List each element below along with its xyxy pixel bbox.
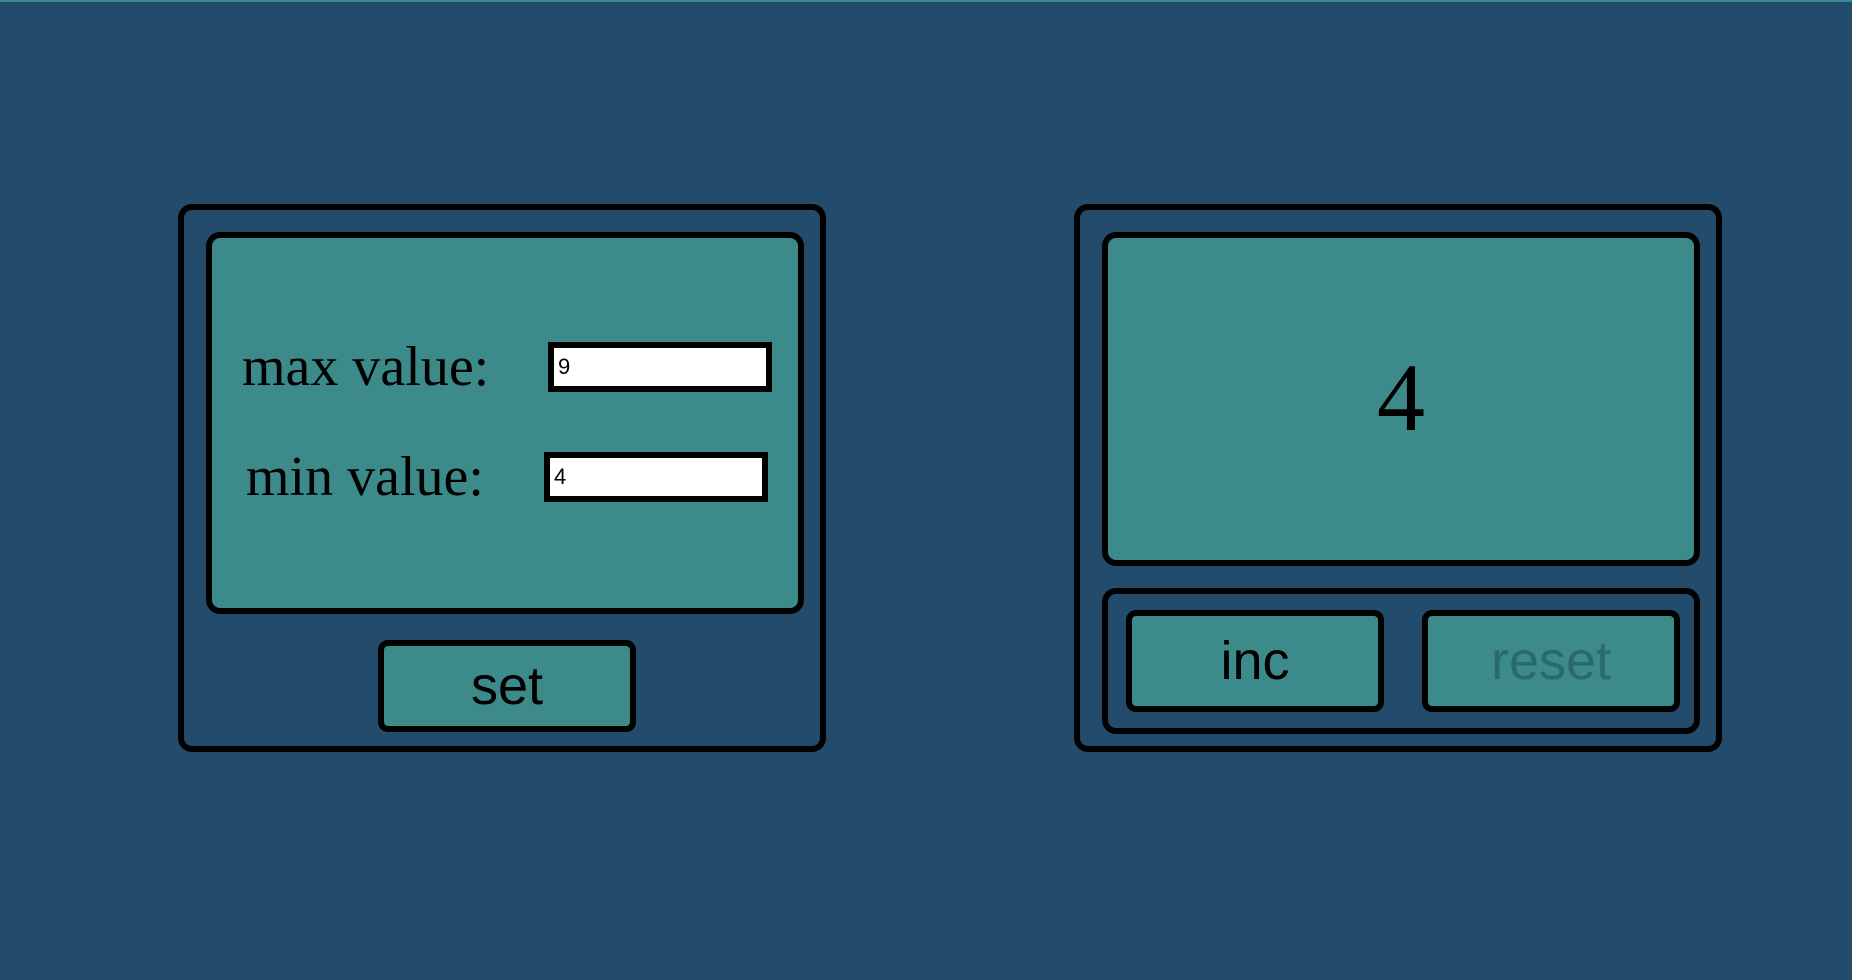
top-strip — [0, 0, 1852, 2]
settings-panel: max value: min value: set — [178, 204, 826, 752]
max-value-row: max value: — [212, 336, 798, 398]
reset-button[interactable]: reset — [1422, 610, 1680, 712]
settings-fields-box: max value: min value: — [206, 232, 804, 614]
counter-panel: 4 inc reset — [1074, 204, 1722, 752]
inc-button[interactable]: inc — [1126, 610, 1384, 712]
min-value-label: min value: — [246, 446, 484, 508]
counter-controls: inc reset — [1102, 588, 1700, 734]
counter-value: 4 — [1377, 344, 1425, 451]
max-value-input[interactable] — [548, 342, 772, 392]
min-value-row: min value: — [212, 446, 798, 508]
max-value-label: max value: — [242, 336, 490, 398]
counter-display: 4 — [1102, 232, 1700, 566]
min-value-input[interactable] — [544, 452, 768, 502]
set-button[interactable]: set — [378, 640, 636, 732]
